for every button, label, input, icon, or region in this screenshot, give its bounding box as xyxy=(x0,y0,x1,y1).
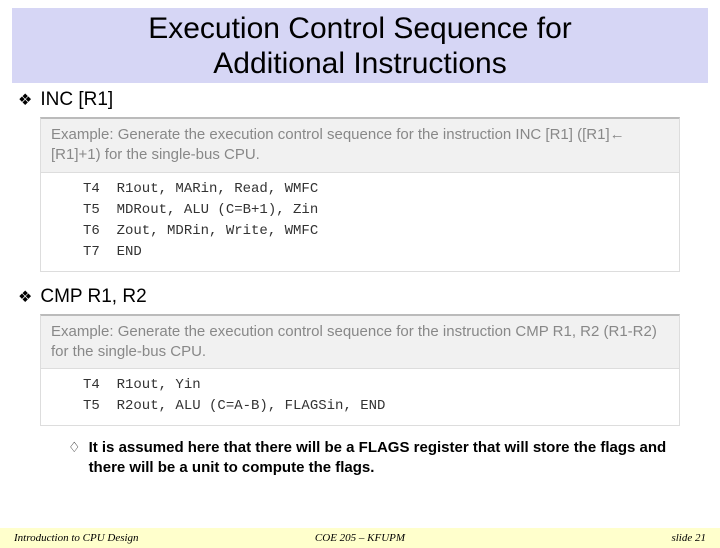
title-line-2: Additional Instructions xyxy=(213,47,507,80)
slide-title: Execution Control Sequence for Additiona… xyxy=(12,8,708,83)
sub-diamond-icon: ♢ xyxy=(68,438,81,477)
slide-footer: Introduction to CPU Design COE 205 – KFU… xyxy=(0,528,720,548)
step-line: T4 R1out, Yin xyxy=(83,375,669,396)
example-header-inc: Example: Generate the execution control … xyxy=(41,119,679,173)
title-line-1: Execution Control Sequence for xyxy=(148,12,572,45)
step-line: T7 END xyxy=(83,242,669,263)
diamond-bullet-icon: ❖ xyxy=(18,90,32,110)
footer-left: Introduction to CPU Design xyxy=(14,532,139,544)
example-header-cmp: Example: Generate the execution control … xyxy=(41,316,679,370)
example-box-cmp: Example: Generate the execution control … xyxy=(40,314,680,427)
example-body-cmp: T4 R1out, Yin T5 R2out, ALU (C=A-B), FLA… xyxy=(41,369,679,425)
example-body-inc: T4 R1out, MARin, Read, WMFC T5 MDRout, A… xyxy=(41,173,679,271)
bullet-cmp: ❖ CMP R1, R2 xyxy=(18,286,702,308)
note-text: It is assumed here that there will be a … xyxy=(89,438,682,477)
note-row: ♢ It is assumed here that there will be … xyxy=(68,438,702,477)
bullet-inc: ❖ INC [R1] xyxy=(18,89,702,111)
diamond-bullet-icon: ❖ xyxy=(18,287,32,307)
footer-right: slide 21 xyxy=(671,532,706,544)
step-line: T5 MDRout, ALU (C=B+1), Zin xyxy=(83,200,669,221)
slide-content: ❖ INC [R1] Example: Generate the executi… xyxy=(0,83,720,477)
bullet-inc-label: INC [R1] xyxy=(40,89,113,111)
step-line: T5 R2out, ALU (C=A-B), FLAGSin, END xyxy=(83,396,669,417)
example-box-inc: Example: Generate the execution control … xyxy=(40,117,680,272)
footer-center: COE 205 – KFUPM xyxy=(315,532,405,544)
step-line: T6 Zout, MDRin, Write, WMFC xyxy=(83,221,669,242)
bullet-cmp-label: CMP R1, R2 xyxy=(40,286,146,308)
step-line: T4 R1out, MARin, Read, WMFC xyxy=(83,179,669,200)
